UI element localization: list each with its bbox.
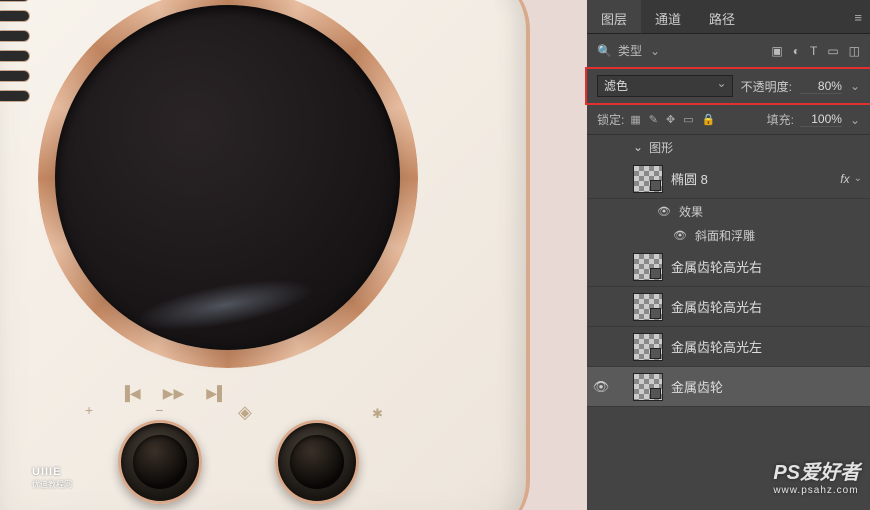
lock-label: 锁定: bbox=[597, 111, 624, 128]
blend-mode-row: 滤色 不透明度: ⌄ bbox=[587, 69, 870, 103]
tab-paths[interactable]: 路径 bbox=[695, 0, 749, 33]
chevron-down-icon[interactable]: ⌄ bbox=[854, 173, 862, 184]
layers-panel: 图层 通道 路径 ≡ 🔍 类型 ⌄ ▣ ◐ T ▭ ◫ 滤色 bbox=[587, 0, 870, 510]
filter-adjust-icon[interactable]: ◐ bbox=[793, 44, 800, 58]
prev-icon: ▐◀ bbox=[120, 385, 141, 402]
filter-type-icon[interactable]: T bbox=[810, 44, 817, 58]
play-pause-icon: ▶▶ bbox=[163, 385, 185, 402]
opacity-input[interactable] bbox=[800, 79, 842, 94]
layer-group[interactable]: ⌄ 图形 bbox=[587, 135, 870, 159]
filter-smart-icon[interactable]: ◫ bbox=[849, 44, 860, 58]
lock-row: 锁定: ▦ ✎ ✥ ▭ 🔒 填充: ⌄ bbox=[587, 105, 870, 135]
wifi-icon: ◈ bbox=[238, 402, 252, 423]
fill-label: 填充: bbox=[767, 111, 794, 128]
tab-channels[interactable]: 通道 bbox=[641, 0, 695, 33]
lock-brush-icon[interactable]: ✎ bbox=[649, 113, 658, 126]
opacity-label: 不透明度: bbox=[741, 78, 792, 95]
tab-layers[interactable]: 图层 bbox=[587, 0, 641, 33]
knob-left bbox=[118, 420, 202, 504]
layer-item[interactable]: 👁 金属齿轮 bbox=[587, 367, 870, 407]
layer-thumbnail[interactable] bbox=[633, 253, 663, 281]
layer-item[interactable]: 金属齿轮高光右 bbox=[587, 247, 870, 287]
group-name: 图形 bbox=[649, 139, 673, 156]
knob-right bbox=[275, 420, 359, 504]
chevron-down-icon[interactable]: ⌄ bbox=[850, 79, 860, 93]
layer-item[interactable]: 金属齿轮高光左 bbox=[587, 327, 870, 367]
highlight-box: 滤色 不透明度: ⌄ bbox=[585, 67, 870, 105]
lock-artboard-icon[interactable]: ▭ bbox=[683, 113, 693, 126]
fx-badge[interactable]: fx bbox=[840, 172, 849, 186]
filter-shape-icon[interactable]: ▭ bbox=[827, 44, 838, 58]
layer-thumbnail[interactable] bbox=[633, 293, 663, 321]
layer-name[interactable]: 金属齿轮高光右 bbox=[671, 297, 862, 316]
watermark: PS爱好者 www.psahz.com bbox=[773, 456, 860, 496]
next-icon: ▶▌ bbox=[206, 385, 227, 402]
speaker-grille bbox=[0, 0, 30, 140]
chevron-down-icon: ⌄ bbox=[650, 44, 660, 58]
fill-input[interactable] bbox=[800, 112, 842, 127]
visibility-toggle[interactable]: 👁 bbox=[587, 379, 615, 395]
dial-highlight bbox=[133, 270, 317, 341]
blend-mode-select[interactable]: 滤色 bbox=[597, 75, 733, 97]
effects-label: 效果 bbox=[679, 203, 703, 220]
layer-thumbnail[interactable] bbox=[633, 165, 663, 193]
lock-position-icon[interactable]: ✥ bbox=[666, 113, 675, 126]
canvas-area[interactable]: ▐◀ ▶▶ ▶▌ + − ◈ ✱ UIIIE 优迪教程网 bbox=[0, 0, 587, 510]
layers-list: ⌄ 图形 椭圆 8 fx ⌄ 👁 效果 👁 斜面和浮雕 bbox=[587, 135, 870, 407]
layer-name[interactable]: 金属齿轮高光左 bbox=[671, 337, 862, 356]
filter-type-label[interactable]: 类型 bbox=[618, 42, 642, 59]
panel-tabs: 图层 通道 路径 ≡ bbox=[587, 0, 870, 34]
layer-name[interactable]: 金属齿轮高光右 bbox=[671, 257, 862, 276]
main-dial bbox=[55, 5, 400, 350]
panel-menu-icon[interactable]: ≡ bbox=[854, 10, 862, 25]
chevron-down-icon[interactable]: ⌄ bbox=[850, 113, 860, 127]
visibility-toggle[interactable]: 👁 bbox=[673, 229, 687, 242]
layer-item[interactable]: 金属齿轮高光右 bbox=[587, 287, 870, 327]
filter-pixel-icon[interactable]: ▣ bbox=[771, 44, 782, 58]
visibility-toggle[interactable]: 👁 bbox=[657, 205, 671, 218]
layer-name[interactable]: 金属齿轮 bbox=[671, 377, 862, 396]
layer-item[interactable]: 椭圆 8 fx ⌄ bbox=[587, 159, 870, 199]
search-icon[interactable]: 🔍 bbox=[597, 44, 612, 58]
playback-controls: ▐◀ ▶▶ ▶▌ bbox=[120, 385, 227, 402]
chevron-down-icon: ⌄ bbox=[633, 140, 643, 154]
layer-name[interactable]: 椭圆 8 bbox=[671, 169, 836, 188]
layer-thumbnail[interactable] bbox=[633, 373, 663, 401]
source-logo: UIIIE 优迪教程网 bbox=[32, 466, 72, 490]
effect-name: 斜面和浮雕 bbox=[695, 227, 755, 244]
filter-row: 🔍 类型 ⌄ ▣ ◐ T ▭ ◫ bbox=[587, 34, 870, 67]
effect-item[interactable]: 👁 斜面和浮雕 bbox=[587, 223, 870, 247]
volume-indicator: + − bbox=[85, 402, 164, 418]
bluetooth-icon: ✱ bbox=[372, 406, 383, 422]
lock-all-icon[interactable]: 🔒 bbox=[702, 113, 716, 126]
layer-thumbnail[interactable] bbox=[633, 333, 663, 361]
effects-row[interactable]: 👁 效果 bbox=[587, 199, 870, 223]
device-body: ▐◀ ▶▶ ▶▌ + − ◈ ✱ bbox=[0, 0, 530, 510]
lock-pixels-icon[interactable]: ▦ bbox=[630, 113, 640, 126]
